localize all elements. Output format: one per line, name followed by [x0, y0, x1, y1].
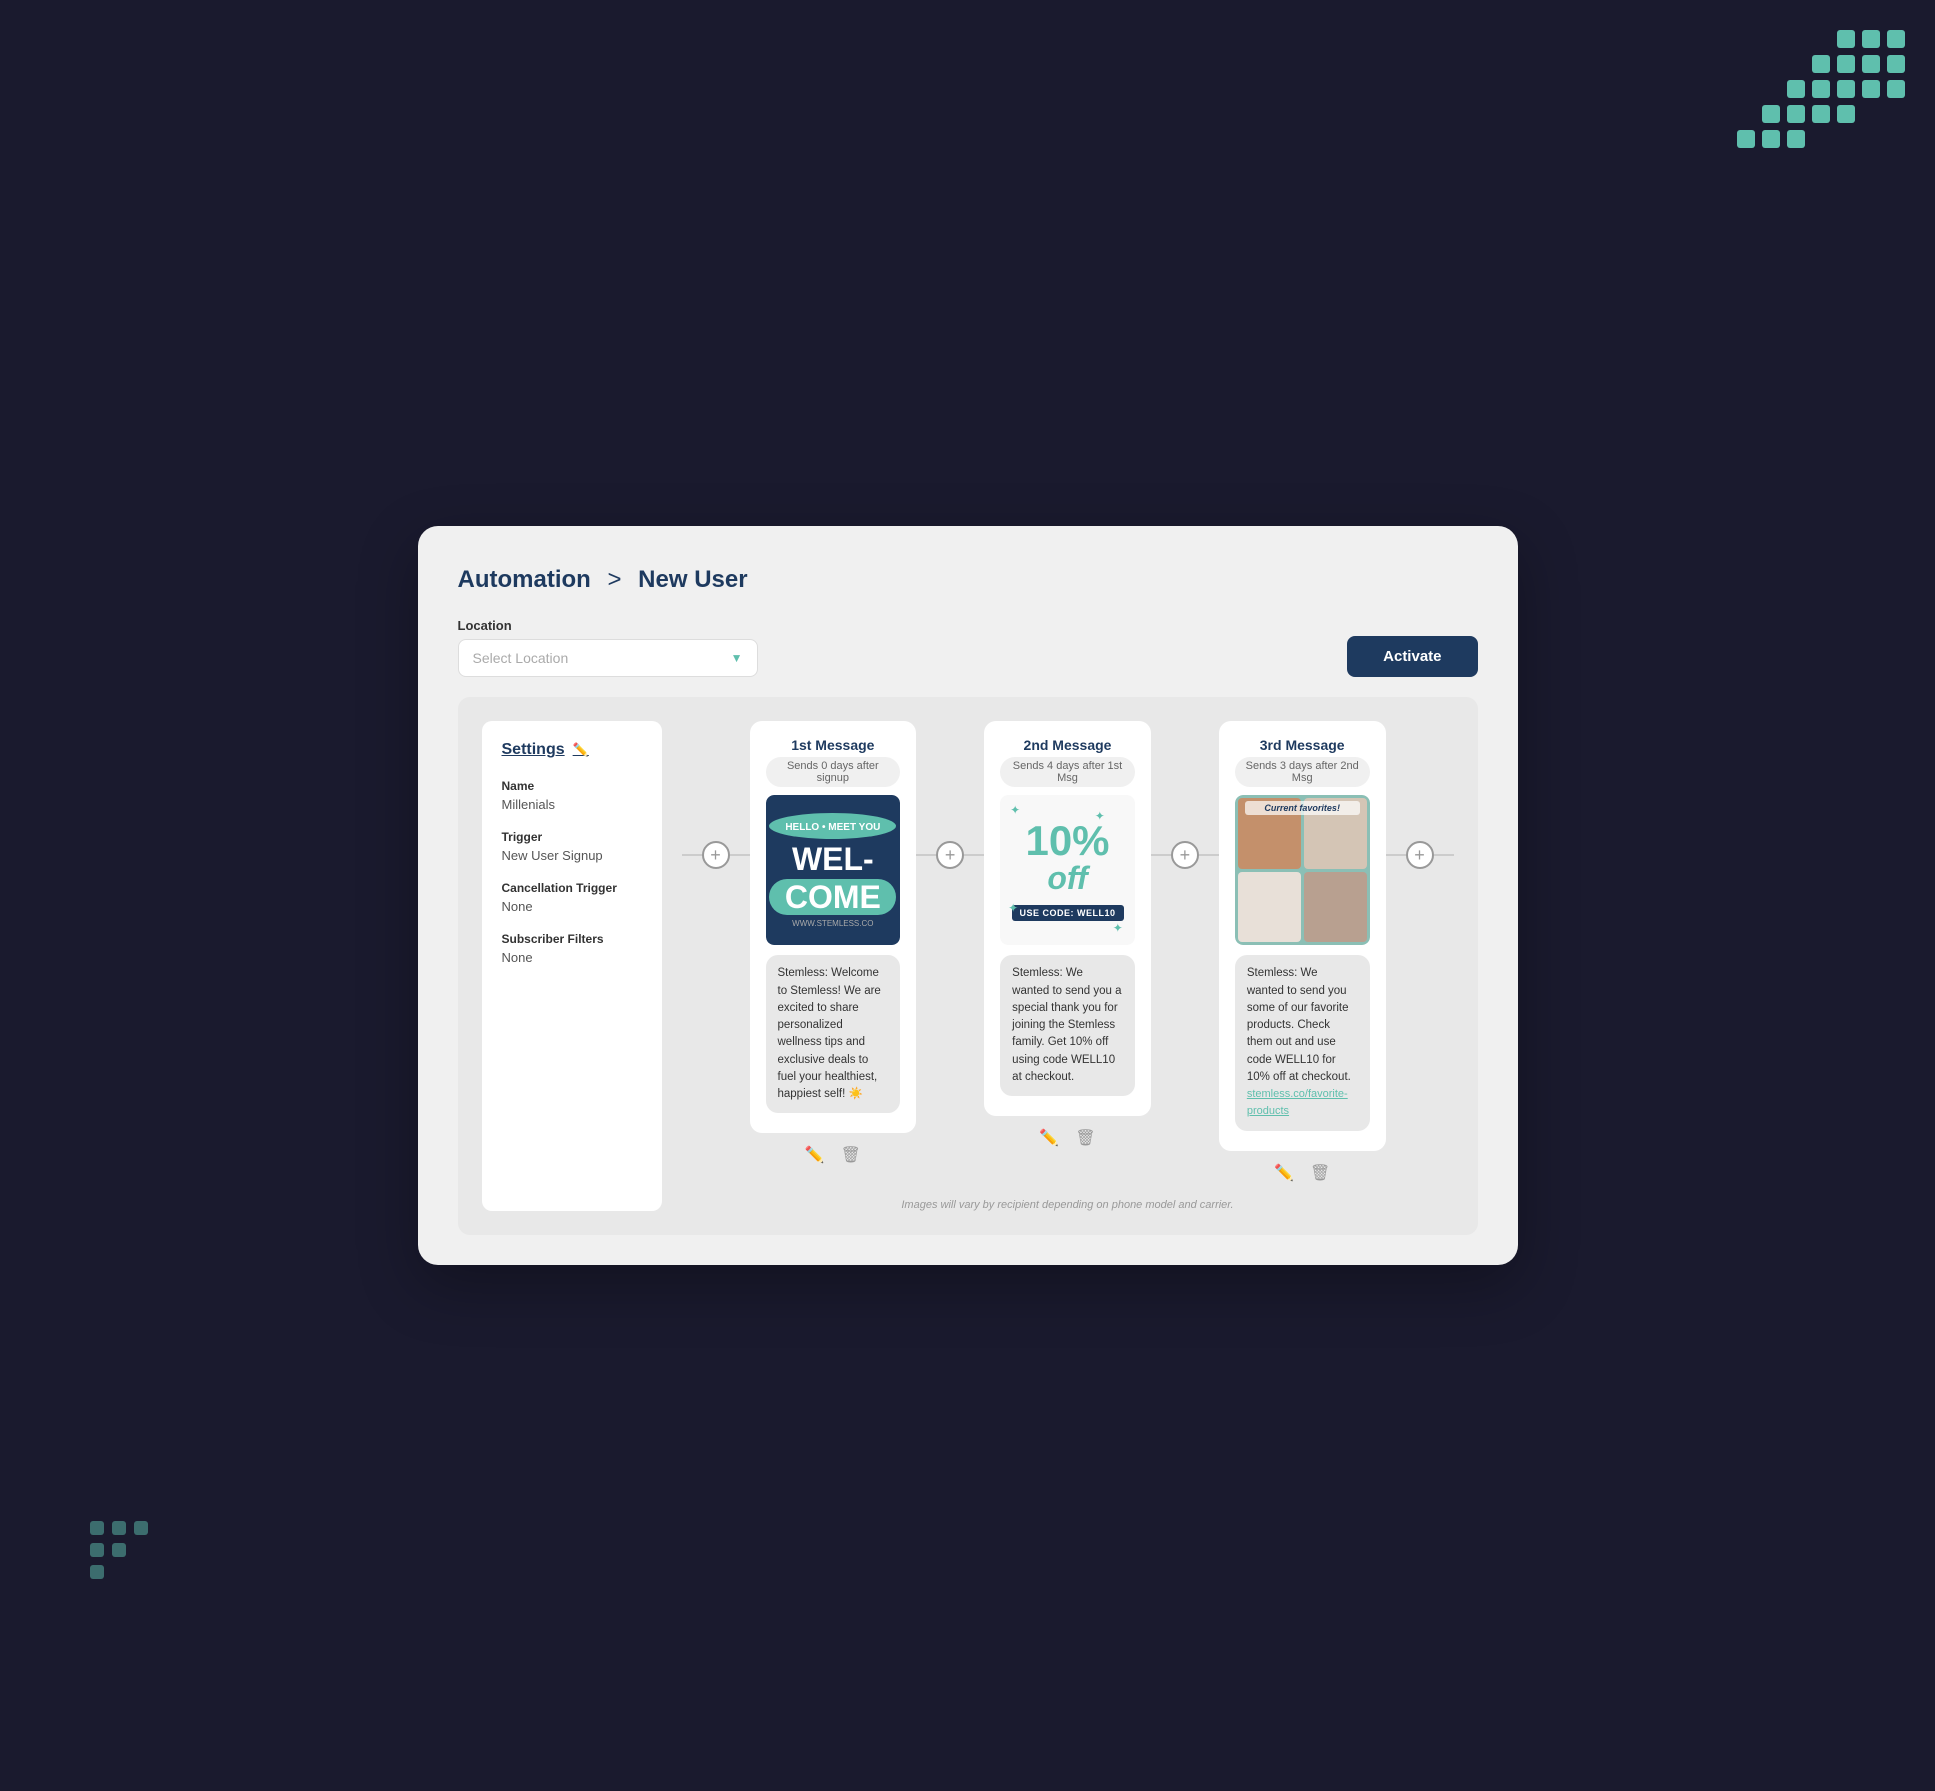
message-1-delete-icon[interactable]: 🗑: [841, 1145, 861, 1165]
settings-cancellation-label: Cancellation Trigger: [502, 881, 642, 895]
message-1-title: 1st Message: [766, 737, 901, 753]
connector-1-2: +: [916, 721, 984, 869]
message-3-wrapper: 3rd Message Sends 3 days after 2nd Msg C…: [1219, 721, 1386, 1182]
message-3-link[interactable]: stemless.co/favorite-products: [1247, 1088, 1348, 1117]
add-before-first-button[interactable]: +: [702, 841, 730, 869]
connector-2-3: +: [1151, 721, 1219, 869]
message-2-subtitle: Sends 4 days after 1st Msg: [1000, 757, 1135, 787]
location-group: Location Select Location ▼: [458, 618, 758, 677]
message-3-image: Current favorites!: [1235, 795, 1370, 945]
settings-filters-value: None: [502, 950, 642, 965]
favorites-image: Current favorites!: [1235, 795, 1370, 945]
message-2-actions: ✏️ 🗑: [1039, 1128, 1095, 1148]
message-1-header: 1st Message Sends 0 days after signup: [766, 737, 901, 787]
content-area: Settings ✏️ Name Millenials Trigger New …: [458, 697, 1478, 1234]
message-1-subtitle: Sends 0 days after signup: [766, 757, 901, 787]
breadcrumb: Automation > New User: [458, 566, 1478, 594]
message-card-3: 3rd Message Sends 3 days after 2nd Msg C…: [1219, 721, 1386, 1150]
message-3-actions: ✏️ 🗑: [1274, 1163, 1330, 1183]
discount-off: off: [1047, 860, 1087, 897]
connector-after-3: +: [1386, 721, 1454, 869]
message-3-body: Stemless: We wanted to send you some of …: [1235, 955, 1370, 1130]
message-2-body: Stemless: We wanted to send you a specia…: [1000, 955, 1135, 1096]
settings-field-filters: Subscriber Filters None: [502, 932, 642, 965]
settings-title: Settings ✏️: [502, 741, 642, 759]
location-label: Location: [458, 618, 758, 633]
settings-field-cancellation: Cancellation Trigger None: [502, 881, 642, 914]
favorites-label: Current favorites!: [1245, 801, 1360, 815]
discount-image: ✦ ✦ ✦ ✦ 10% off USE CODE: WELL10: [1000, 795, 1135, 945]
activate-button[interactable]: Activate: [1347, 636, 1477, 677]
use-code-badge: USE CODE: WELL10: [1012, 905, 1124, 921]
main-card: Automation > New User Location Select Lo…: [418, 526, 1518, 1264]
message-3-edit-icon[interactable]: ✏️: [1274, 1163, 1294, 1183]
message-1-edit-icon[interactable]: ✏️: [805, 1145, 825, 1165]
message-card-1: 1st Message Sends 0 days after signup HE…: [750, 721, 917, 1133]
add-after-last-button[interactable]: +: [1406, 841, 1434, 869]
location-select-placeholder: Select Location: [473, 650, 569, 666]
breadcrumb-current: New User: [638, 566, 747, 593]
settings-name-value: Millenials: [502, 797, 642, 812]
message-3-subtitle: Sends 3 days after 2nd Msg: [1235, 757, 1370, 787]
breadcrumb-parent[interactable]: Automation: [458, 566, 591, 593]
sparkle-icon-1: ✦: [1010, 803, 1020, 817]
message-3-header: 3rd Message Sends 3 days after 2nd Msg: [1235, 737, 1370, 787]
add-between-2-3-button[interactable]: +: [1171, 841, 1199, 869]
message-card-2: 2nd Message Sends 4 days after 1st Msg ✦…: [984, 721, 1151, 1116]
messages-row: + 1st Message Sends 0 days after signup: [682, 721, 1454, 1182]
location-activate-row: Location Select Location ▼ Activate: [458, 618, 1478, 677]
message-2-delete-icon[interactable]: 🗑: [1075, 1128, 1095, 1148]
message-1-body: Stemless: Welcome to Stemless! We are ex…: [766, 955, 901, 1113]
message-2-image: ✦ ✦ ✦ ✦ 10% off USE CODE: WELL10: [1000, 795, 1135, 945]
add-between-1-2-button[interactable]: +: [936, 841, 964, 869]
settings-name-label: Name: [502, 779, 642, 793]
connector-before-1: +: [682, 721, 750, 869]
settings-filters-label: Subscriber Filters: [502, 932, 642, 946]
settings-field-trigger: Trigger New User Signup: [502, 830, 642, 863]
chevron-down-icon: ▼: [731, 651, 743, 665]
settings-field-name: Name Millenials: [502, 779, 642, 812]
message-3-body-text: Stemless: We wanted to send you some of …: [1247, 967, 1351, 1083]
message-1-image: HELLO • MEET YOU WEL- COME WWW.STEMLESS.…: [766, 795, 901, 945]
message-1-actions: ✏️ 🗑: [805, 1145, 861, 1165]
settings-trigger-value: New User Signup: [502, 848, 642, 863]
discount-percent: 10%: [1025, 820, 1109, 862]
message-2-edit-icon[interactable]: ✏️: [1039, 1128, 1059, 1148]
settings-cancellation-value: None: [502, 899, 642, 914]
message-3-delete-icon[interactable]: 🗑: [1310, 1163, 1330, 1183]
edit-icon[interactable]: ✏️: [573, 742, 589, 758]
sparkle-icon-2: ✦: [1095, 809, 1105, 823]
fav-cell-4: [1304, 872, 1367, 943]
location-dropdown[interactable]: Select Location ▼: [458, 639, 758, 677]
sparkle-icon-3: ✦: [1008, 901, 1018, 915]
message-2-title: 2nd Message: [1000, 737, 1135, 753]
fav-cell-3: [1238, 872, 1301, 943]
settings-title-text: Settings: [502, 741, 565, 759]
message-2-header: 2nd Message Sends 4 days after 1st Msg: [1000, 737, 1135, 787]
breadcrumb-separator: >: [607, 566, 621, 593]
message-2-wrapper: 2nd Message Sends 4 days after 1st Msg ✦…: [984, 721, 1151, 1148]
messages-area: + 1st Message Sends 0 days after signup: [682, 721, 1454, 1210]
message-1-wrapper: 1st Message Sends 0 days after signup HE…: [750, 721, 917, 1165]
sparkle-icon-4: ✦: [1113, 921, 1123, 935]
message-3-title: 3rd Message: [1235, 737, 1370, 753]
settings-panel: Settings ✏️ Name Millenials Trigger New …: [482, 721, 662, 1210]
footer-note: Images will vary by recipient depending …: [682, 1199, 1454, 1211]
welcome-image: HELLO • MEET YOU WEL- COME WWW.STEMLESS.…: [766, 795, 901, 945]
settings-trigger-label: Trigger: [502, 830, 642, 844]
